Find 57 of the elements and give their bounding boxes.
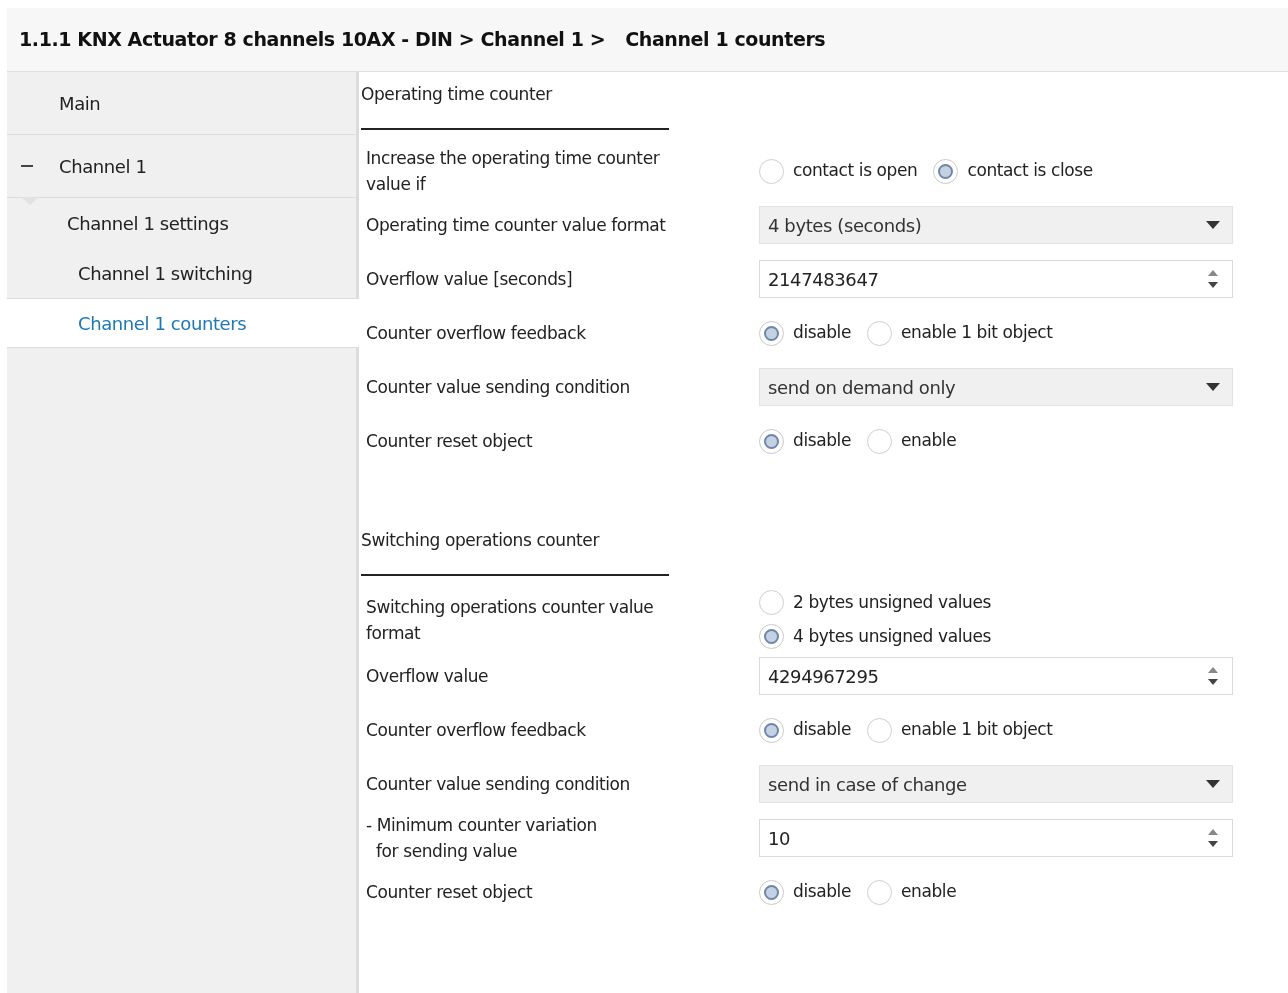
sidebar-item[interactable]: Channel 1 counters <box>7 298 359 348</box>
option-label: disable <box>793 880 851 904</box>
parameter-label: Counter value sending condition <box>366 773 631 796</box>
breadcrumb-path: 1.1.1 KNX Actuator 8 channels 10AX - DIN > Channel 1 > <box>19 27 606 53</box>
dropdown[interactable]: 4 bytes (seconds) <box>759 206 1233 244</box>
parameter-label: Counter reset object <box>366 430 534 453</box>
parameter-label: Operating time counter value format <box>366 214 667 237</box>
caret-icon <box>1206 383 1220 391</box>
option-label: contact is close <box>967 159 1093 183</box>
radio-button[interactable] <box>759 590 784 616</box>
parameter-label: Counter overflow feedback <box>366 719 587 742</box>
parameter-label: Increase the operating time counter value if <box>366 147 661 196</box>
option-label: enable <box>900 880 957 904</box>
caret-icon <box>1206 221 1220 229</box>
option-label: enable <box>900 429 957 453</box>
option-label: enable 1 bit object <box>900 321 1053 345</box>
sidebar-item[interactable]: Channel 1 settings <box>7 198 356 248</box>
option-label: 4 bytes unsigned values <box>793 624 991 648</box>
section-title: Operating time counter <box>361 72 669 130</box>
number-field[interactable]: 2147483647 <box>759 260 1233 298</box>
radio-button[interactable] <box>759 320 784 346</box>
parameter-label: - Minimum counter variation for sending value <box>366 814 598 863</box>
radio-button[interactable] <box>866 428 892 454</box>
option-label: enable 1 bit object <box>900 718 1053 742</box>
sidebar-item[interactable]: Channel 1 switching <box>7 248 356 298</box>
caret-icon <box>1206 780 1220 788</box>
spinner-icon[interactable] <box>1208 828 1218 848</box>
radio-button[interactable] <box>866 320 892 346</box>
radio-button[interactable] <box>866 717 892 743</box>
parameter-label: Counter reset object <box>366 881 534 904</box>
radio-button[interactable] <box>933 158 959 184</box>
parameter-label: Switching operations counter value format <box>366 595 655 645</box>
option-label: 2 bytes unsigned values <box>793 591 991 614</box>
radio-button[interactable] <box>759 623 784 649</box>
option-label: disable <box>793 718 851 742</box>
dropdown[interactable]: send on demand only <box>759 368 1233 406</box>
radio-button[interactable] <box>759 158 784 184</box>
radio-button[interactable] <box>759 717 784 743</box>
option-label: contact is open <box>793 159 918 183</box>
parameter-label: Counter value sending condition <box>366 376 631 399</box>
spinner-icon[interactable] <box>1208 666 1218 686</box>
number-field[interactable]: 10 <box>759 819 1233 857</box>
sidebar-item[interactable]: Main <box>7 72 356 135</box>
option-label: disable <box>793 429 851 453</box>
radio-button[interactable] <box>866 879 892 905</box>
option-label: disable <box>793 321 851 345</box>
dropdown[interactable]: send in case of change <box>759 765 1233 803</box>
sidebar-item[interactable]: Channel 1 <box>7 135 356 198</box>
spinner-icon[interactable] <box>1208 269 1218 289</box>
parameter-label: Counter overflow feedback <box>366 322 587 345</box>
number-field[interactable]: 4294967295 <box>759 657 1233 695</box>
section-title: Switching operations counter <box>361 518 669 576</box>
parameter-label: Overflow value <box>366 665 490 688</box>
parameter-label: Overflow value [seconds] <box>366 268 574 291</box>
breadcrumb-current: Channel 1 counters <box>625 27 826 53</box>
radio-button[interactable] <box>759 879 784 905</box>
radio-button[interactable] <box>759 428 784 454</box>
